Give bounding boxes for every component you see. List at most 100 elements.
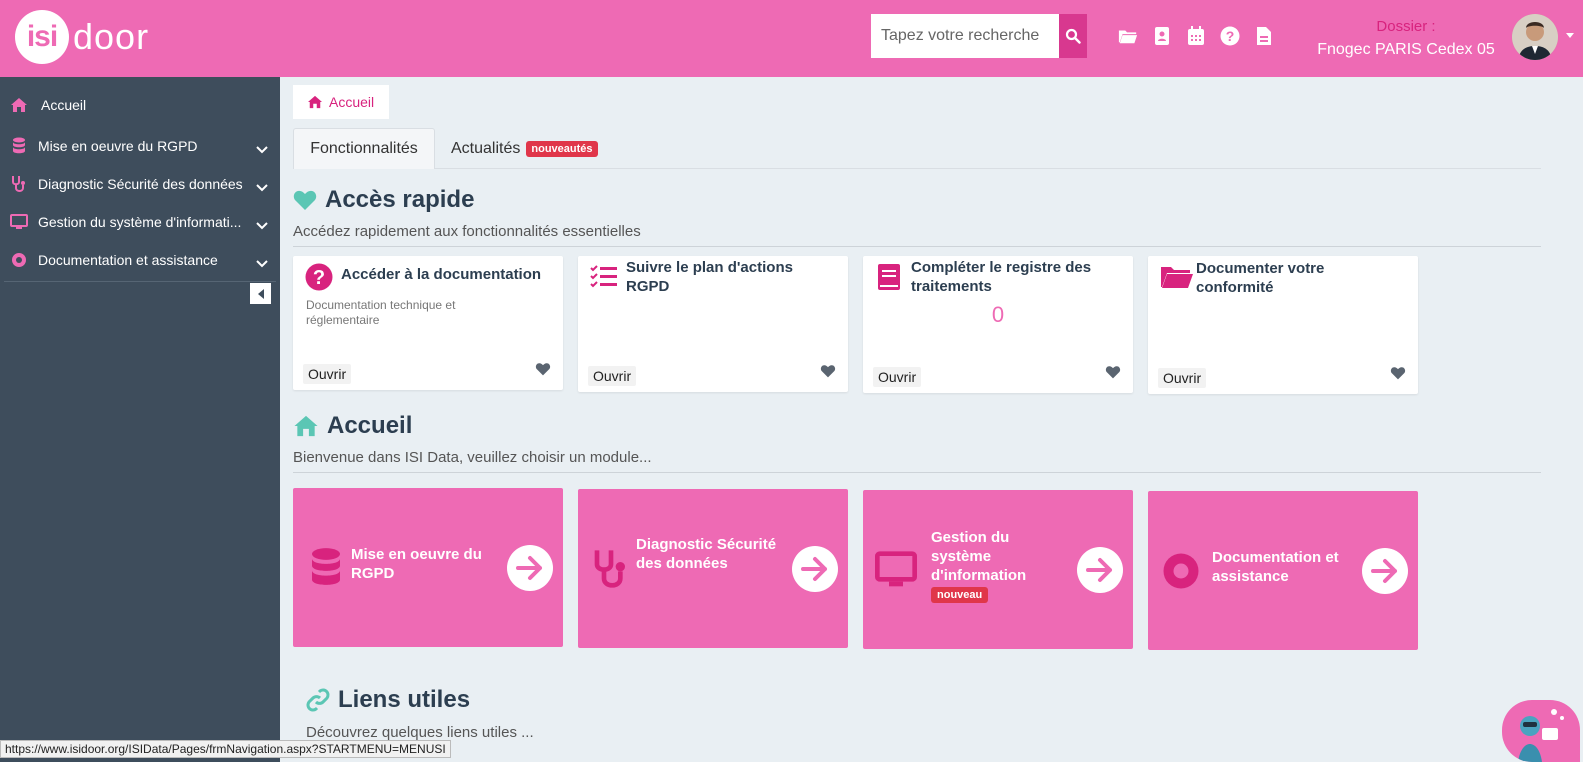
open-button[interactable]: Ouvrir bbox=[873, 367, 922, 387]
module-rgpd[interactable]: Mise en oeuvre du RGPD bbox=[293, 488, 563, 647]
section-title-text: Accès rapide bbox=[325, 186, 475, 213]
sidebar-item-label: Diagnostic Sécurité des données bbox=[38, 176, 243, 192]
top-bar: isi door ? Dossier : Fnogec PARIS Cedex … bbox=[0, 0, 1583, 77]
links-subtitle: Découvrez quelques liens utiles ... bbox=[306, 724, 534, 741]
home-icon bbox=[294, 415, 318, 437]
calendar-icon[interactable] bbox=[1186, 26, 1206, 46]
svg-text:?: ? bbox=[1226, 28, 1235, 44]
module-gestion-si[interactable]: Gestion du système d'information nouveau bbox=[863, 490, 1133, 649]
breadcrumb-label: Accueil bbox=[329, 94, 375, 110]
chevron-down-icon[interactable] bbox=[1566, 33, 1574, 38]
folder-icon[interactable] bbox=[1118, 26, 1138, 46]
status-url: https://www.isidoor.org/ISIData/Pages/fr… bbox=[0, 740, 451, 758]
module-label: Documentation et assistance bbox=[1212, 549, 1339, 585]
quick-card-conformite[interactable]: Documenter votre conformité Ouvrir bbox=[1148, 256, 1418, 394]
favorite-heart-icon[interactable] bbox=[535, 362, 551, 381]
folder-open-icon bbox=[1160, 263, 1194, 291]
arrow-right-icon[interactable] bbox=[1077, 546, 1123, 593]
home-subtitle: Bienvenue dans ISI Data, veuillez choisi… bbox=[293, 449, 1541, 473]
lifebuoy-icon bbox=[10, 251, 28, 269]
dossier-value: Fnogec PARIS Cedex 05 bbox=[1317, 41, 1495, 58]
sidebar: Accueil Mise en oeuvre du RGPD Diagnosti… bbox=[0, 77, 280, 762]
chevron-down-icon[interactable] bbox=[256, 141, 268, 157]
tab-label: Actualités bbox=[451, 139, 521, 157]
card-description: Documentation technique et réglementaire bbox=[306, 298, 456, 327]
quick-card-documentation[interactable]: ? Accéder à la documentation Documentati… bbox=[293, 256, 563, 390]
checklist-icon bbox=[590, 263, 618, 291]
sidebar-item-label: Documentation et assistance bbox=[38, 252, 218, 268]
monitor-icon bbox=[10, 213, 28, 231]
sidebar-item-documentation[interactable]: Documentation et assistance bbox=[0, 242, 280, 278]
chevron-down-icon[interactable] bbox=[256, 255, 268, 271]
chatbot-button[interactable] bbox=[1502, 700, 1580, 762]
favorite-heart-icon[interactable] bbox=[1390, 366, 1406, 385]
robot-assistant-icon bbox=[1518, 709, 1564, 762]
search-box bbox=[871, 14, 1087, 58]
monitor-icon bbox=[875, 549, 917, 591]
arrow-right-icon[interactable] bbox=[792, 545, 838, 592]
quick-card-plan-actions[interactable]: Suivre le plan d'actions RGPD Ouvrir bbox=[578, 256, 848, 392]
sidebar-item-diagnostic[interactable]: Diagnostic Sécurité des données bbox=[0, 166, 280, 202]
logo-isi: isi bbox=[15, 10, 69, 64]
tab-label: Fonctionnalités bbox=[310, 140, 418, 157]
stethoscope-icon bbox=[10, 175, 28, 193]
dossier-label: Dossier : bbox=[1376, 18, 1436, 35]
chevron-down-icon[interactable] bbox=[256, 217, 268, 233]
quick-access-subtitle: Accédez rapidement aux fonctionnalités e… bbox=[293, 223, 1541, 247]
home-icon bbox=[308, 95, 322, 109]
database-icon bbox=[305, 547, 347, 589]
module-label: Diagnostic Sécurité des données bbox=[636, 536, 777, 572]
sidebar-item-label: Mise en oeuvre du RGPD bbox=[38, 138, 198, 154]
breadcrumb[interactable]: Accueil bbox=[293, 85, 389, 119]
home-title: Accueil bbox=[293, 412, 412, 440]
sidebar-item-gestion[interactable]: Gestion du système d'informati... bbox=[0, 204, 280, 240]
sidebar-item-label: Accueil bbox=[41, 97, 87, 113]
open-button[interactable]: Ouvrir bbox=[303, 364, 352, 384]
book-icon bbox=[875, 263, 903, 291]
arrow-right-icon[interactable] bbox=[507, 544, 553, 591]
avatar[interactable] bbox=[1512, 14, 1558, 60]
search-button[interactable] bbox=[1059, 14, 1087, 58]
link-icon bbox=[306, 688, 330, 712]
open-button[interactable]: Ouvrir bbox=[588, 366, 637, 386]
sidebar-divider bbox=[4, 281, 276, 282]
news-badge: nouveautés bbox=[526, 140, 598, 157]
database-icon bbox=[10, 137, 28, 155]
sidebar-item-accueil[interactable]: Accueil bbox=[0, 87, 280, 123]
logo-door: door bbox=[73, 16, 150, 57]
logo[interactable]: isi door bbox=[15, 10, 149, 64]
module-diagnostic[interactable]: Diagnostic Sécurité des données bbox=[578, 489, 848, 648]
stethoscope-icon bbox=[590, 548, 632, 590]
home-icon bbox=[10, 96, 28, 114]
chevron-down-icon[interactable] bbox=[256, 179, 268, 195]
arrow-right-icon[interactable] bbox=[1362, 547, 1408, 594]
favorite-heart-icon[interactable] bbox=[1105, 365, 1121, 384]
search-icon bbox=[1065, 28, 1081, 44]
heart-icon bbox=[293, 190, 317, 210]
card-title: Accéder à la documentation bbox=[341, 266, 542, 283]
section-title-text: Accueil bbox=[327, 412, 413, 439]
lifebuoy-icon bbox=[1160, 550, 1202, 592]
search-input[interactable] bbox=[871, 14, 1059, 58]
module-documentation[interactable]: Documentation et assistance bbox=[1148, 491, 1418, 650]
card-title: Documenter votre conformité bbox=[1196, 260, 1325, 296]
help-icon: ? bbox=[305, 263, 333, 291]
document-icon[interactable] bbox=[1254, 26, 1274, 46]
quick-card-registre[interactable]: Compléter le registre des traitements 0 … bbox=[863, 256, 1133, 393]
tab-actualites[interactable]: Actualités nouveautés bbox=[451, 128, 598, 169]
card-title: Compléter le registre des traitements bbox=[911, 259, 1092, 295]
sidebar-collapse-button[interactable] bbox=[250, 283, 271, 304]
sidebar-item-rgpd[interactable]: Mise en oeuvre du RGPD bbox=[0, 128, 280, 164]
contact-card-icon[interactable] bbox=[1152, 26, 1172, 46]
tab-fonctionnalites[interactable]: Fonctionnalités bbox=[293, 128, 435, 169]
svg-text:?: ? bbox=[313, 267, 325, 289]
open-button[interactable]: Ouvrir bbox=[1158, 368, 1207, 388]
dossier-selector[interactable]: Dossier : Fnogec PARIS Cedex 05 bbox=[1315, 18, 1497, 59]
section-title-text: Liens utiles bbox=[338, 686, 471, 713]
links-title: Liens utiles bbox=[306, 686, 470, 714]
favorite-heart-icon[interactable] bbox=[820, 364, 836, 383]
top-icons: ? bbox=[1118, 26, 1274, 46]
caret-left-icon bbox=[257, 288, 264, 299]
quick-access-title: Accès rapide bbox=[293, 186, 474, 214]
help-icon[interactable]: ? bbox=[1220, 26, 1240, 46]
